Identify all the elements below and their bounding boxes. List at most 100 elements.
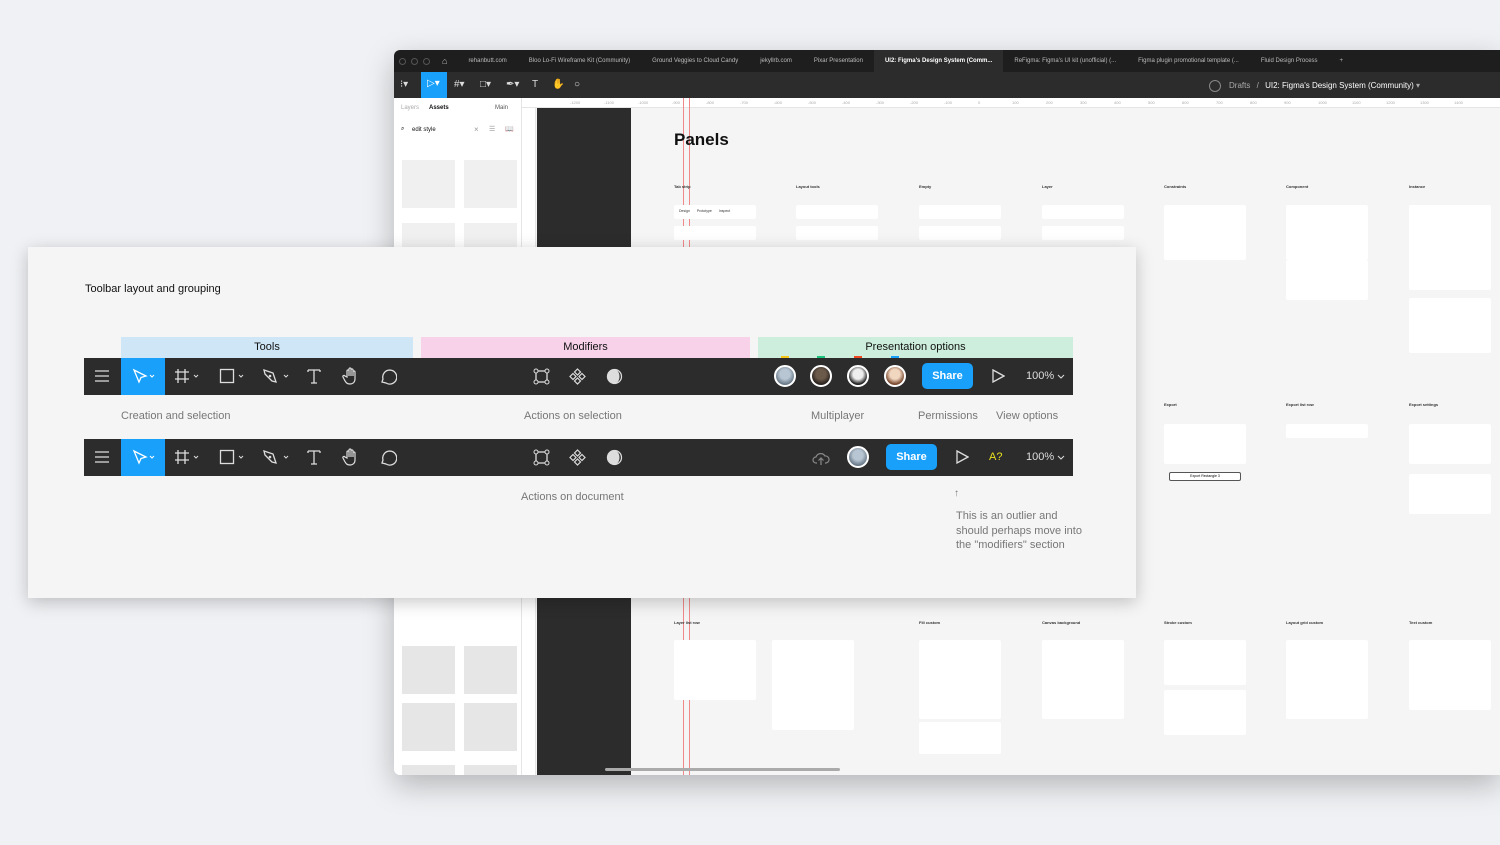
panel-card[interactable] — [772, 640, 854, 730]
panel-card[interactable] — [674, 226, 756, 240]
panel-card[interactable] — [1286, 260, 1368, 300]
panel-card[interactable] — [1409, 640, 1491, 710]
panel-card[interactable] — [1409, 474, 1491, 514]
tab-strip-item[interactable]: Prototype — [697, 209, 713, 213]
tab[interactable]: Pixar Presentation — [803, 50, 874, 72]
comment-tool-icon[interactable] — [379, 449, 397, 467]
hand-tool-icon[interactable] — [342, 448, 360, 466]
zoom-level[interactable]: 100% — [1026, 370, 1054, 382]
tab-assets[interactable]: Assets — [429, 105, 449, 111]
ai-assist-button[interactable]: A? — [989, 451, 1002, 463]
horizontal-scrollbar[interactable] — [605, 768, 840, 771]
move-tool[interactable]: ▷▾ — [421, 72, 447, 98]
asset-thumbnail[interactable] — [464, 646, 517, 694]
collaborator-avatar[interactable] — [847, 446, 869, 468]
component-bounds-icon[interactable] — [533, 449, 550, 466]
share-button[interactable]: Share — [922, 363, 973, 389]
panel-card[interactable] — [1164, 690, 1246, 735]
panel-card[interactable] — [1164, 205, 1246, 260]
share-button[interactable]: Share — [886, 444, 937, 470]
panel-card[interactable] — [1286, 674, 1368, 719]
component-bounds-icon[interactable] — [533, 368, 550, 385]
zoom-level[interactable]: 100% — [1026, 451, 1054, 463]
tab-active[interactable]: UI2: Figma's Design System (Comm... — [873, 50, 1004, 72]
components-icon[interactable] — [569, 449, 586, 466]
panel-card[interactable] — [1164, 424, 1246, 464]
library-icon[interactable]: 📖 — [505, 125, 514, 133]
tab[interactable]: rehanbutt.com — [457, 50, 517, 72]
panel-card[interactable] — [1409, 298, 1491, 353]
file-name[interactable]: UI2: Figma's Design System (Community) — [1265, 81, 1414, 90]
tab[interactable]: jekyllrb.com — [749, 50, 803, 72]
frame-tool-icon[interactable] — [174, 368, 202, 384]
hand-tool-icon[interactable] — [342, 367, 360, 385]
mask-icon[interactable] — [606, 449, 623, 466]
panel-card[interactable] — [1042, 205, 1124, 219]
tab[interactable]: Ground Veggies to Cloud Candy — [641, 50, 749, 72]
pen-tool-icon[interactable] — [262, 368, 292, 384]
tab[interactable]: Bloo Lo-Fi Wireframe Kit (Community) — [518, 50, 641, 72]
comment-tool-icon[interactable]: ○ — [574, 79, 580, 90]
new-tab-button[interactable]: + — [1329, 50, 1355, 72]
breadcrumb-drafts[interactable]: Drafts — [1229, 81, 1250, 90]
asset-thumbnail[interactable] — [402, 160, 455, 208]
pen-tool-icon[interactable]: ✒▾ — [506, 79, 519, 90]
tab[interactable]: ReFigma: Figma's UI kit (unofficial) (..… — [1003, 50, 1127, 72]
window-close[interactable] — [399, 57, 406, 65]
mask-icon[interactable] — [606, 368, 623, 385]
frame-tool-icon[interactable]: #▾ — [454, 79, 465, 90]
present-icon[interactable] — [991, 369, 1005, 383]
main-menu-icon[interactable]: ⁝▾ — [400, 79, 408, 90]
asset-thumbnail[interactable] — [402, 703, 455, 751]
pen-tool-icon[interactable] — [262, 449, 292, 465]
panel-card[interactable] — [1042, 674, 1124, 719]
panel-card[interactable] — [919, 674, 1001, 719]
tab[interactable]: Fluid Design Process — [1250, 50, 1329, 72]
page-select[interactable]: Main — [495, 105, 508, 111]
list-view-icon[interactable]: ☰ — [489, 125, 495, 133]
shape-tool-icon[interactable] — [219, 449, 247, 465]
asset-thumbnail[interactable] — [402, 646, 455, 694]
collaborator-avatar[interactable] — [884, 365, 906, 387]
tab-strip-item[interactable]: Design — [679, 209, 691, 213]
asset-thumbnail[interactable] — [464, 703, 517, 751]
window-minimize[interactable] — [411, 57, 418, 65]
panel-card[interactable] — [674, 640, 756, 700]
panel-card[interactable] — [1409, 250, 1491, 290]
text-tool-icon[interactable] — [306, 368, 322, 384]
panel-card[interactable] — [796, 205, 878, 219]
tab[interactable]: Figma plugin promotional template (... — [1127, 50, 1250, 72]
asset-search-input[interactable]: edit style — [412, 127, 436, 133]
cloud-upload-icon[interactable] — [812, 450, 830, 466]
panel-card[interactable] — [1286, 424, 1368, 438]
panel-card[interactable] — [1286, 205, 1368, 260]
shape-tool-icon[interactable]: □▾ — [480, 79, 491, 90]
collaborator-avatar[interactable] — [774, 365, 796, 387]
panel-card[interactable] — [1164, 640, 1246, 685]
text-tool-icon[interactable] — [306, 449, 322, 465]
panel-card[interactable] — [796, 226, 878, 240]
text-tool-icon[interactable]: T — [532, 79, 538, 90]
export-button[interactable]: Export Rectangle 3 — [1169, 472, 1241, 481]
home-icon[interactable]: ⌂ — [442, 56, 447, 66]
hamburger-menu-icon[interactable] — [94, 368, 110, 384]
panel-card[interactable] — [919, 205, 1001, 219]
collaborator-avatar[interactable] — [810, 365, 832, 387]
panel-card[interactable] — [919, 226, 1001, 240]
collaborator-avatar[interactable] — [847, 365, 869, 387]
present-icon[interactable] — [955, 450, 969, 464]
tab-strip-item[interactable]: Inspect — [719, 209, 730, 213]
clear-icon[interactable]: × — [474, 125, 479, 134]
frame-tool-icon[interactable] — [174, 449, 202, 465]
components-icon[interactable] — [569, 368, 586, 385]
panel-card[interactable] — [1042, 226, 1124, 240]
window-maximize[interactable] — [423, 57, 430, 65]
asset-thumbnail[interactable] — [402, 765, 455, 775]
shape-tool-icon[interactable] — [219, 368, 247, 384]
comment-tool-icon[interactable] — [379, 368, 397, 386]
asset-thumbnail[interactable] — [464, 160, 517, 208]
hand-tool-icon[interactable]: ✋ — [552, 79, 564, 90]
panel-card[interactable] — [1409, 424, 1491, 464]
panel-card[interactable] — [919, 722, 1001, 754]
hamburger-menu-icon[interactable] — [94, 449, 110, 465]
